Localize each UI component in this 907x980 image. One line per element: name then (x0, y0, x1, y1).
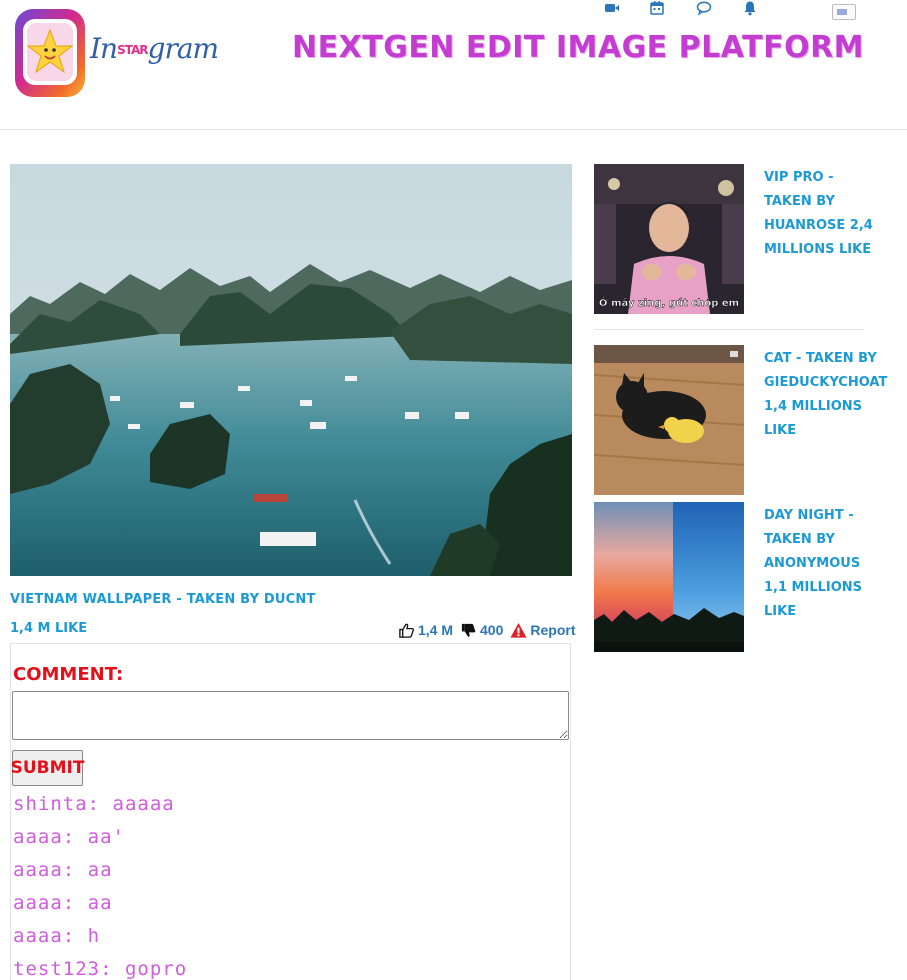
sidebar-thumbnail[interactable] (594, 502, 744, 652)
instargram-logo[interactable]: InSTARgram (14, 8, 219, 100)
comment-item: aaaa: h (13, 925, 101, 947)
sidebar-thumbnail[interactable] (594, 345, 744, 495)
report-link[interactable]: Report (530, 622, 575, 638)
chat-bubble-icon[interactable] (696, 0, 712, 16)
sidebar-thumbnail[interactable]: Ở mây zing, gút chóp em (594, 164, 744, 314)
video-camera-icon[interactable] (604, 0, 620, 16)
sidebar-divider (594, 329, 864, 330)
post-like-count: 1,4 M LIKE (10, 621, 88, 636)
post-caption[interactable]: VIETNAM WALLPAPER - TAKEN BY DUCNT (10, 592, 316, 607)
sidebar-item-caption[interactable]: VIP PRO - TAKEN BY HUANROSE 2,4 MILLIONS… (764, 166, 879, 262)
top-nav-icons (600, 0, 770, 20)
comment-item: aaaa: aa' (13, 826, 125, 848)
logo-wordmark: InSTARgram (90, 32, 219, 65)
sidebar-item-caption[interactable]: DAY NIGHT - TAKEN BY ANONYMOUS 1,1 MILLI… (764, 504, 879, 624)
page-title: NEXTGEN EDIT IMAGE PLATFORM (292, 30, 865, 65)
calendar-icon[interactable] (649, 0, 665, 16)
sidebar-post-day-night[interactable]: DAY NIGHT - TAKEN BY ANONYMOUS 1,1 MILLI… (594, 502, 884, 652)
post-actions: 1,4 M 400 Report (398, 620, 576, 640)
comment-list: shinta: aaaaa aaaa: aa' aaaa: aa aaaa: a… (13, 791, 563, 980)
bell-icon[interactable] (742, 0, 758, 16)
submit-button[interactable]: SUBMIT (11, 750, 84, 786)
person-thumbnail-image: Ở mây zing, gút chóp em (594, 164, 744, 314)
comment-item: aaaa: aa (13, 892, 113, 914)
logo-badge-icon (15, 9, 85, 97)
warning-icon[interactable] (510, 622, 527, 639)
comment-section: COMMENT: SUBMIT shinta: aaaaa aaaa: aa' … (10, 643, 571, 980)
sidebar-item-caption[interactable]: CAT - TAKEN BY GIEDUCKYCHOAT 1,4 MILLION… (764, 347, 887, 443)
comment-label: COMMENT: (13, 664, 124, 685)
thumbs-up-icon[interactable] (398, 622, 415, 639)
halong-bay-photo (10, 164, 572, 576)
sidebar-post-vip-pro[interactable]: Ở mây zing, gút chóp em VIP PRO - TAKEN … (594, 164, 884, 314)
cat-thumbnail-image (594, 345, 744, 495)
comment-input[interactable] (12, 691, 569, 740)
sidebar-post-cat[interactable]: CAT - TAKEN BY GIEDUCKYCHOAT 1,4 MILLION… (594, 345, 887, 495)
comment-item: shinta: aaaaa (13, 793, 175, 815)
main-post-image[interactable] (10, 164, 572, 576)
user-avatar-image[interactable] (832, 4, 856, 20)
site-header: InSTARgram NEXTGEN EDIT IMAGE PLATFORM (0, 0, 907, 130)
dislike-button[interactable]: 400 (480, 622, 503, 638)
thumbs-down-icon[interactable] (460, 622, 477, 639)
day-night-thumbnail-image (594, 502, 744, 652)
thumbnail-subtitle: Ở mây zing, gút chóp em (599, 295, 739, 309)
comment-item: test123: gopro (13, 958, 188, 980)
like-button[interactable]: 1,4 M (418, 622, 453, 638)
comment-item: aaaa: aa (13, 859, 113, 881)
